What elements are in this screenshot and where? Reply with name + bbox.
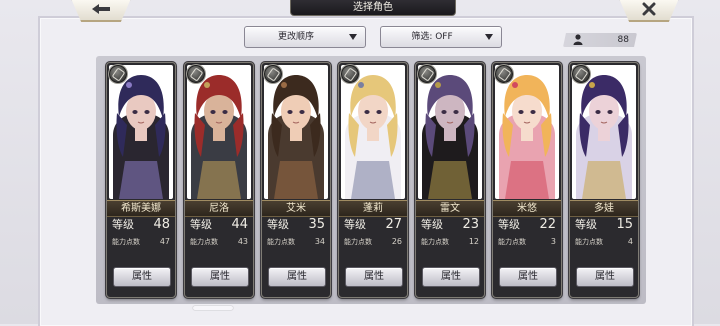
character-card[interactable]: 尼洛 等级 44 能力点数 43 属性 (184, 62, 254, 298)
character-portrait (264, 65, 328, 199)
attributes-button[interactable]: 属性 (422, 267, 480, 287)
back-arrow-icon (92, 4, 110, 14)
class-emblem-icon (264, 65, 282, 83)
character-name: 希斯美娜 (107, 200, 175, 217)
character-portrait (418, 65, 482, 199)
level-label: 等级 (498, 218, 520, 231)
ability-points-row: 能力点数 4 (575, 235, 633, 249)
ability-points-row: 能力点数 26 (344, 235, 402, 249)
ability-points-row: 能力点数 34 (267, 235, 325, 249)
character-card[interactable]: 多娃 等级 15 能力点数 4 属性 (569, 62, 639, 298)
character-portrait (187, 65, 251, 199)
filter-dropdown[interactable]: 筛选: OFF (380, 26, 502, 48)
ability-points-row: 能力点数 47 (112, 235, 170, 249)
level-label: 等级 (421, 218, 443, 231)
level-value: 22 (539, 217, 556, 232)
character-name: 米悠 (493, 200, 561, 217)
class-emblem-icon (187, 65, 205, 83)
character-portrait (109, 65, 173, 199)
sort-order-dropdown[interactable]: 更改顺序 (244, 26, 366, 48)
level-value: 15 (616, 217, 633, 232)
level-row: 等级 23 (421, 218, 479, 232)
character-card[interactable]: 雷文 等级 23 能力点数 12 属性 (415, 62, 485, 298)
ability-points-label: 能力点数 (575, 238, 603, 246)
level-value: 27 (385, 217, 402, 232)
level-row: 等级 44 (190, 218, 248, 232)
character-count-value: 88 (617, 35, 629, 45)
class-emblem-icon (109, 65, 127, 83)
filter-label: 筛选: OFF (411, 32, 453, 42)
ability-points-value: 43 (237, 237, 248, 246)
character-portrait (495, 65, 559, 199)
character-portrait (572, 65, 636, 199)
level-value: 44 (231, 217, 248, 232)
level-row: 等级 15 (575, 218, 633, 232)
ability-points-value: 3 (550, 237, 556, 246)
level-row: 等级 27 (344, 218, 402, 232)
attributes-button[interactable]: 属性 (268, 267, 326, 287)
chevron-down-icon (485, 34, 493, 40)
character-card[interactable]: 艾米 等级 35 能力点数 34 属性 (261, 62, 331, 298)
level-label: 等级 (575, 218, 597, 231)
chevron-down-icon (349, 34, 357, 40)
ability-points-value: 12 (468, 237, 479, 246)
ability-points-label: 能力点数 (421, 238, 449, 246)
ability-points-row: 能力点数 12 (421, 235, 479, 249)
character-name: 艾米 (262, 200, 330, 217)
level-label: 等级 (267, 218, 289, 231)
character-card[interactable]: 蓬莉 等级 27 能力点数 26 属性 (338, 62, 408, 298)
character-name: 尼洛 (185, 200, 253, 217)
attributes-button[interactable]: 属性 (499, 267, 557, 287)
ability-points-row: 能力点数 43 (190, 235, 248, 249)
ability-points-label: 能力点数 (498, 238, 526, 246)
close-icon (642, 2, 656, 16)
level-value: 48 (153, 217, 170, 232)
class-emblem-icon (572, 65, 590, 83)
level-label: 等级 (344, 218, 366, 231)
ability-points-label: 能力点数 (112, 238, 140, 246)
class-emblem-icon (341, 65, 359, 83)
character-name: 多娃 (570, 200, 638, 217)
character-portrait (341, 65, 405, 199)
ability-points-value: 47 (159, 237, 170, 246)
ability-points-value: 26 (391, 237, 402, 246)
character-name: 蓬莉 (339, 200, 407, 217)
attributes-button[interactable]: 属性 (191, 267, 249, 287)
class-emblem-icon (418, 65, 436, 83)
level-row: 等级 48 (112, 218, 170, 232)
level-row: 等级 22 (498, 218, 556, 232)
ability-points-label: 能力点数 (267, 238, 295, 246)
ability-points-value: 4 (627, 237, 633, 246)
horizontal-scrollbar[interactable] (193, 306, 233, 310)
ability-points-row: 能力点数 3 (498, 235, 556, 249)
character-card[interactable]: 米悠 等级 22 能力点数 3 属性 (492, 62, 562, 298)
page-title: 选择角色 (290, 0, 456, 16)
ability-points-value: 34 (314, 237, 325, 246)
sort-order-label: 更改顺序 (277, 32, 314, 42)
level-row: 等级 35 (267, 218, 325, 232)
character-card[interactable]: 希斯美娜 等级 48 能力点数 47 属性 (106, 62, 176, 298)
class-emblem-icon (495, 65, 513, 83)
level-label: 等级 (190, 218, 212, 231)
ability-points-label: 能力点数 (344, 238, 372, 246)
level-value: 23 (462, 217, 479, 232)
level-value: 35 (308, 217, 325, 232)
character-name: 雷文 (416, 200, 484, 217)
level-label: 等级 (112, 218, 134, 231)
attributes-button[interactable]: 属性 (345, 267, 403, 287)
person-icon (573, 34, 583, 45)
attributes-button[interactable]: 属性 (576, 267, 634, 287)
character-count: 88 (563, 33, 637, 47)
ability-points-label: 能力点数 (190, 238, 218, 246)
attributes-button[interactable]: 属性 (113, 267, 171, 287)
